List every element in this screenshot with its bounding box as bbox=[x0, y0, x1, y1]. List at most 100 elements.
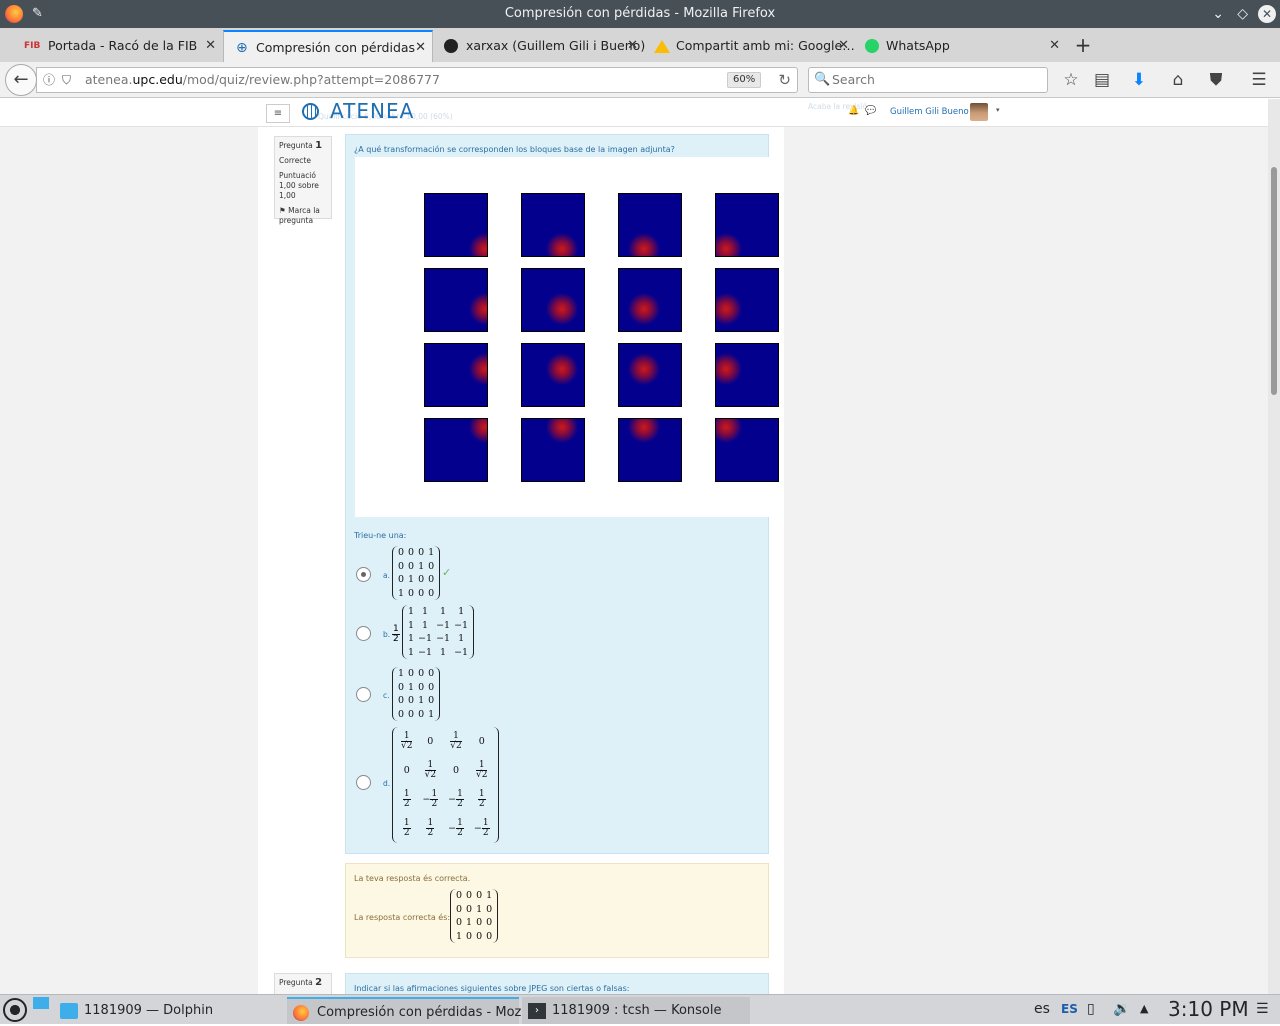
pager-icon[interactable] bbox=[33, 997, 49, 1009]
message-icon: 💬 bbox=[864, 106, 877, 116]
question-text: Indicar si las afirmaciones siguientes s… bbox=[354, 984, 630, 993]
matrix-cell: 1 bbox=[408, 633, 415, 644]
volume-icon[interactable]: 🔉 bbox=[1113, 994, 1130, 1024]
answer-radio[interactable] bbox=[356, 567, 371, 582]
close-window-icon[interactable]: ✕ bbox=[1258, 5, 1276, 23]
question-score: Puntuació 1,00 sobre 1,00 bbox=[279, 171, 319, 200]
matrix-cell: −1 bbox=[454, 619, 469, 631]
task-firefox[interactable]: Compresión con pérdidas - Mozill… bbox=[287, 997, 545, 1024]
question-text: ¿A qué transformación se corresponden lo… bbox=[354, 145, 675, 154]
tab-google-drive[interactable]: Compartit amb mi: Google… ✕ bbox=[645, 30, 855, 62]
new-tab-icon[interactable]: + bbox=[1072, 28, 1094, 62]
keyboard-layout[interactable]: es bbox=[1034, 994, 1050, 1024]
matrix-cell: 0 bbox=[408, 547, 415, 558]
library-icon[interactable]: ▤ bbox=[1087, 62, 1117, 98]
home-icon[interactable]: ⌂ bbox=[1163, 62, 1193, 98]
hamburger-menu-icon[interactable]: ☰ bbox=[1244, 62, 1274, 98]
tray-expand-icon[interactable]: ▲ bbox=[1140, 994, 1148, 1024]
task-label: Compresión con pérdidas - Mozill… bbox=[317, 1005, 546, 1020]
download-icon[interactable]: ⬇ bbox=[1124, 62, 1154, 98]
matrix-cell: 0 bbox=[453, 764, 460, 776]
basis-block bbox=[424, 343, 488, 407]
task-dolphin[interactable]: 1181909 — Dolphin bbox=[54, 997, 284, 1024]
back-button[interactable]: ← bbox=[5, 64, 37, 96]
pocket-icon[interactable]: ⛊ bbox=[1201, 62, 1231, 98]
pin-icon[interactable]: ✎ bbox=[32, 0, 43, 28]
task-konsole[interactable]: › 1181909 : tcsh — Konsole bbox=[522, 997, 750, 1024]
url-text[interactable]: atenea.upc.edu/mod/quiz/review.php?attem… bbox=[85, 68, 440, 92]
close-tab-icon[interactable]: ✕ bbox=[205, 30, 216, 62]
window-titlebar: ✎ Compresión con pérdidas - Mozilla Fire… bbox=[0, 0, 1280, 28]
answer-option-d[interactable]: d. 1 √2 0 1 √2 0 0 1 √2 0 1 √2 1 2 −1 2 −1 2 1 2 1 2 1 2 −1 2 −1 2 bbox=[346, 727, 766, 843]
matrix-cell: 1 bbox=[422, 606, 429, 617]
tab-label: Compresión con pérdidas bbox=[256, 40, 416, 55]
answer-option-b[interactable]: b. 1 2 1 1 1 1 1 1 −1 −1 1 −1 −1 1 1 −1 1 −1 bbox=[346, 605, 766, 663]
answer-radio[interactable] bbox=[356, 626, 371, 641]
url-bar[interactable]: ⓘ ⛉ atenea.upc.edu/mod/quiz/review.php?a… bbox=[36, 67, 798, 93]
matrix-cell: 0 bbox=[428, 695, 435, 706]
answer-radio[interactable] bbox=[356, 775, 371, 790]
matrix-cell: 0 bbox=[476, 917, 483, 928]
app-launcher-icon[interactable] bbox=[3, 998, 27, 1022]
tracking-shield-icon[interactable]: ⛉ bbox=[62, 68, 71, 92]
basis-block bbox=[521, 418, 585, 482]
matrix-cell: 0 bbox=[486, 917, 493, 928]
tab-github[interactable]: xarxax (Guillem Gili i Bueno) ✕ bbox=[434, 30, 645, 62]
clock[interactable]: 3:10 PM bbox=[1168, 994, 1249, 1024]
site-info-icon[interactable]: ⓘ bbox=[43, 68, 55, 92]
close-tab-icon[interactable]: ✕ bbox=[838, 30, 849, 62]
nav-drawer-button[interactable]: ≡ bbox=[266, 104, 290, 123]
bookmark-star-icon[interactable]: ☆ bbox=[1056, 62, 1086, 98]
reload-icon[interactable]: ↻ bbox=[778, 68, 791, 92]
answer-option-a[interactable]: a. 0 0 0 1 0 0 1 0 0 1 0 0 1 0 0 0 ✓ bbox=[346, 546, 766, 604]
correct-answer-label: La resposta correcta és: bbox=[354, 913, 451, 922]
matrix-cell: 0 bbox=[486, 930, 493, 942]
answer-option-c[interactable]: c. 1 0 0 0 0 1 0 0 0 0 1 0 0 0 0 1 bbox=[346, 667, 766, 723]
option-matrix: 1000010000100001 bbox=[392, 667, 441, 721]
search-input[interactable]: 🔍 Search bbox=[808, 67, 1048, 93]
input-method[interactable]: ES bbox=[1061, 994, 1078, 1024]
close-tab-icon[interactable]: ✕ bbox=[1049, 30, 1060, 62]
matrix-cell: 1 bbox=[476, 903, 483, 915]
clipboard-icon[interactable]: ▯ bbox=[1087, 994, 1095, 1024]
bell-icon: 🔔 bbox=[848, 106, 860, 116]
tab-whatsapp[interactable]: WhatsApp ✕ bbox=[856, 30, 1066, 62]
matrix-cell: 0 bbox=[418, 681, 425, 693]
matrix-cell: 1 bbox=[458, 633, 465, 644]
answer-radio[interactable] bbox=[356, 687, 371, 702]
basis-block bbox=[424, 268, 488, 332]
zoom-indicator[interactable]: 60% bbox=[727, 72, 762, 88]
matrix-cell: 0 bbox=[408, 695, 415, 706]
minimize-icon[interactable]: ⌄ bbox=[1212, 0, 1224, 28]
basis-block bbox=[715, 268, 779, 332]
close-tab-icon[interactable]: ✕ bbox=[627, 30, 638, 62]
matrix-cell: 1 bbox=[440, 646, 447, 658]
page-scrollbar[interactable] bbox=[1268, 99, 1280, 994]
correct-answer-matrix: 0001001001001000 bbox=[450, 889, 499, 943]
matrix-cell: 1 bbox=[466, 917, 473, 928]
tab-label: Portada - Racó de la FIB bbox=[48, 38, 198, 53]
header-notification-icons[interactable]: 🔔 💬 bbox=[848, 106, 876, 116]
question-number: 1 bbox=[315, 140, 323, 151]
tab-portada[interactable]: FIB Portada - Racó de la FIB ✕ bbox=[12, 30, 222, 62]
site-logo[interactable]: ATENEA bbox=[330, 99, 414, 123]
matrix-cell: 1 bbox=[428, 708, 435, 720]
close-tab-icon[interactable]: ✕ bbox=[415, 32, 426, 64]
matrix-cell: −1 2 bbox=[448, 789, 464, 809]
chevron-down-icon[interactable]: ▾ bbox=[996, 106, 1000, 114]
avatar[interactable] bbox=[970, 103, 988, 121]
whatsapp-icon bbox=[865, 39, 879, 53]
tab-compresion[interactable]: ⊕ Compresión con pérdidas ✕ bbox=[223, 30, 433, 62]
matrix-cell: 0 bbox=[408, 560, 415, 572]
matrix-cell: 0 bbox=[408, 587, 415, 599]
panel-menu-icon[interactable]: ☰ bbox=[1256, 994, 1269, 1024]
matrix-cell: 12 bbox=[477, 789, 486, 809]
option-matrix: 0001001001001000 bbox=[392, 546, 441, 600]
matrix-cell: 0 bbox=[476, 930, 483, 942]
scrollbar-thumb[interactable] bbox=[1271, 167, 1277, 395]
user-name[interactable]: Guillem Gili Bueno bbox=[890, 107, 969, 117]
site-header: ≡ Qualificació 6,00 sobre 10,00 (60%) AT… bbox=[0, 99, 1268, 127]
flag-question[interactable]: ⚑ Marca la pregunta bbox=[279, 206, 327, 226]
matrix-cell: −1 2 bbox=[473, 818, 490, 838]
maximize-icon[interactable]: ◇ bbox=[1237, 0, 1248, 28]
